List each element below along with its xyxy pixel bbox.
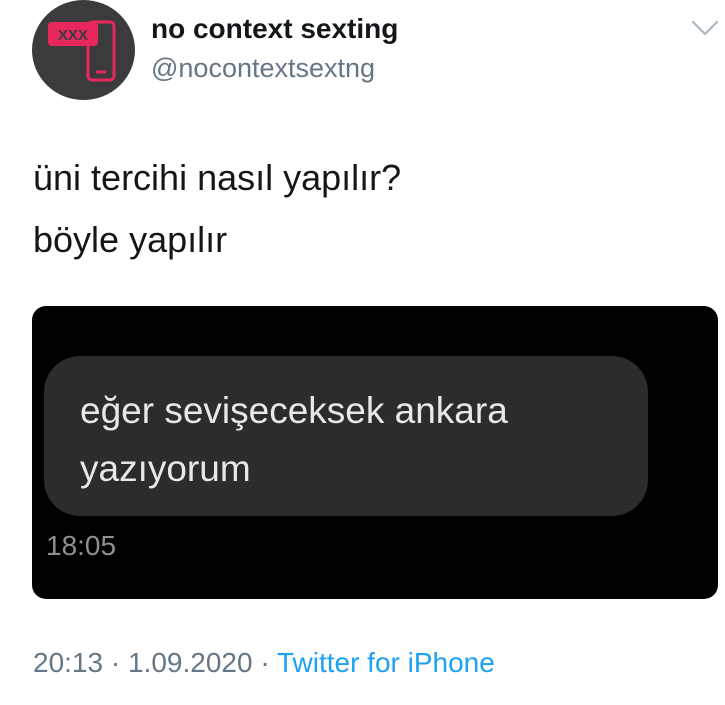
tweet-time[interactable]: 20:13: [33, 647, 103, 678]
tweet-line: böyle yapılır: [33, 219, 228, 260]
author-display-name[interactable]: no context sexting: [151, 13, 398, 45]
avatar-badge-text: XXX: [58, 27, 88, 44]
tweet-media-image[interactable]: eğer sevişeceksek ankara yazıyorum 18:05: [32, 306, 718, 599]
tweet-line: üni tercihi nasıl yapılır?: [33, 157, 402, 198]
avatar-logo-icon: XXX: [48, 20, 116, 82]
message-timestamp: 18:05: [46, 530, 117, 561]
tweet-meta: 20:13 · 1.09.2020 · Twitter for iPhone: [33, 647, 495, 679]
author-handle[interactable]: @nocontextsextng: [151, 53, 375, 84]
meta-separator: ·: [260, 647, 270, 678]
message-line: eğer sevişeceksek ankara: [80, 390, 508, 431]
meta-separator: ·: [110, 647, 121, 678]
tweet-text: üni tercihi nasıl yapılır? böyle yapılır: [33, 147, 401, 271]
avatar[interactable]: XXX: [32, 0, 135, 100]
message-line: yazıyorum: [80, 448, 251, 489]
message-text: eğer sevişeceksek ankara yazıyorum: [80, 382, 508, 498]
tweet-source-link[interactable]: Twitter for iPhone: [277, 647, 495, 678]
tweet-date[interactable]: 1.09.2020: [128, 647, 253, 678]
message-bubble: eğer sevişeceksek ankara yazıyorum: [44, 356, 648, 516]
chevron-down-icon[interactable]: [690, 18, 720, 38]
